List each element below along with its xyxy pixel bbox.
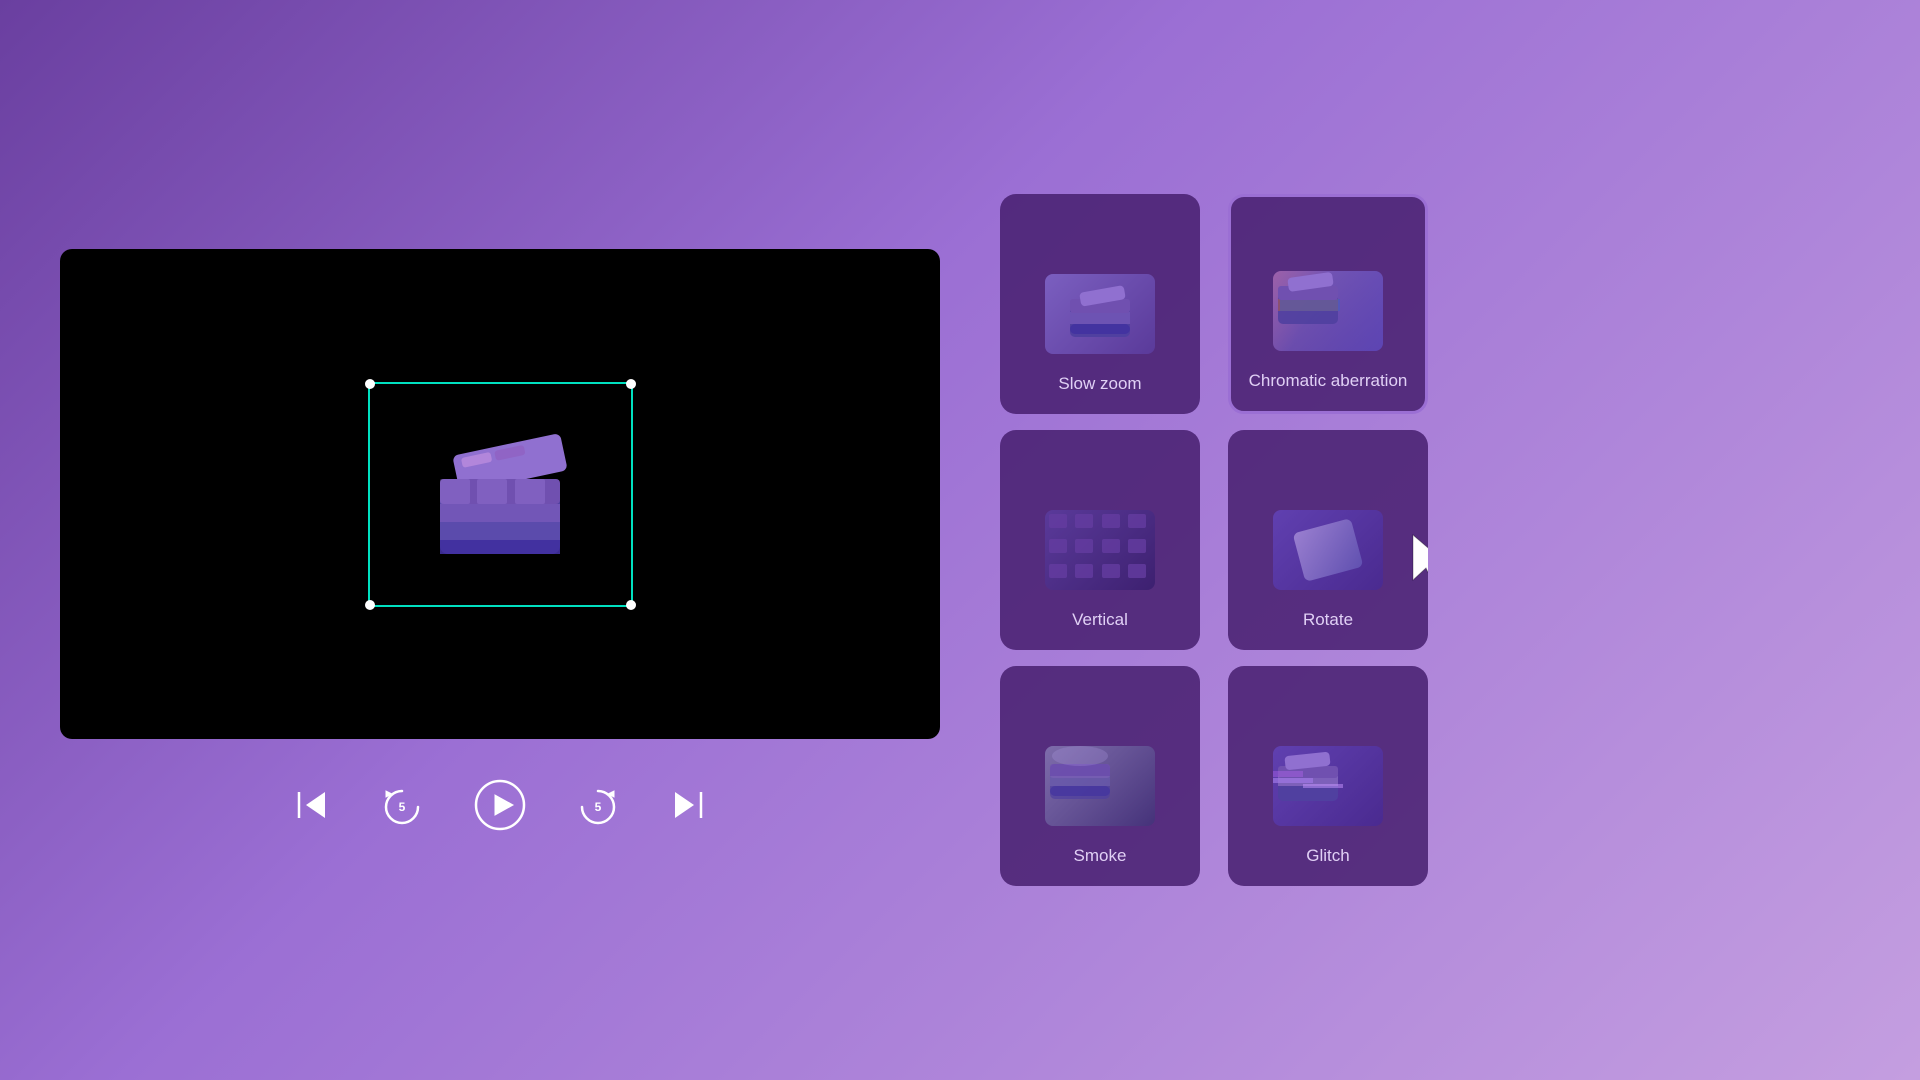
effect-preview-smoke [1045, 746, 1155, 826]
handle-bottom-right[interactable] [626, 600, 636, 610]
mini-icon-4 [1128, 514, 1146, 528]
effect-card-slow-zoom[interactable]: Slow zoom [1000, 194, 1200, 414]
video-area: 5 5 [60, 249, 940, 831]
forward-button[interactable]: 5 [576, 783, 620, 827]
mini-icon-11 [1102, 564, 1120, 578]
mini-icon-8 [1128, 539, 1146, 553]
video-canvas [60, 249, 940, 739]
effect-label-vertical: Vertical [1072, 610, 1128, 630]
effect-label-rotate: Rotate [1303, 610, 1353, 630]
effect-preview-chromatic [1273, 271, 1383, 351]
skip-forward-button[interactable] [670, 787, 706, 823]
effect-preview-rotate [1273, 510, 1383, 590]
mini-icon-9 [1049, 564, 1067, 578]
effect-card-rotate[interactable]: Rotate [1228, 430, 1428, 650]
effect-label-glitch: Glitch [1306, 846, 1349, 866]
mini-icon-12 [1128, 564, 1146, 578]
mini-icon-5 [1049, 539, 1067, 553]
svg-text:5: 5 [399, 800, 406, 814]
effect-label-chromatic-aberration: Chromatic aberration [1249, 371, 1408, 391]
mini-icon-6 [1075, 539, 1093, 553]
cursor-arrow [1408, 530, 1428, 590]
mini-icon-1 [1049, 514, 1067, 528]
rotate-icon [1293, 518, 1364, 582]
playback-controls: 5 5 [294, 779, 706, 831]
rewind-button[interactable]: 5 [380, 783, 424, 827]
effect-label-smoke: Smoke [1074, 846, 1127, 866]
handle-bottom-left[interactable] [365, 600, 375, 610]
effect-preview-slow-zoom [1045, 274, 1155, 354]
effect-label-slow-zoom: Slow zoom [1058, 374, 1141, 394]
handle-top-left[interactable] [365, 379, 375, 389]
mini-icon-7 [1102, 539, 1120, 553]
mini-icon-10 [1075, 564, 1093, 578]
play-button[interactable] [474, 779, 526, 831]
skip-back-button[interactable] [294, 787, 330, 823]
effect-card-vertical[interactable]: Vertical [1000, 430, 1200, 650]
selection-box [368, 382, 633, 607]
effect-card-glitch[interactable]: Glitch [1228, 666, 1428, 886]
effect-preview-vertical [1045, 510, 1155, 590]
svg-text:5: 5 [595, 800, 602, 814]
effects-panel: Slow zoom Chromatic aberration [1000, 194, 1440, 886]
mini-icon-2 [1075, 514, 1093, 528]
effect-preview-glitch [1273, 746, 1383, 826]
effect-card-smoke[interactable]: Smoke [1000, 666, 1200, 886]
effect-card-chromatic-aberration[interactable]: Chromatic aberration [1228, 194, 1428, 414]
handle-top-right[interactable] [626, 379, 636, 389]
mini-icon-3 [1102, 514, 1120, 528]
